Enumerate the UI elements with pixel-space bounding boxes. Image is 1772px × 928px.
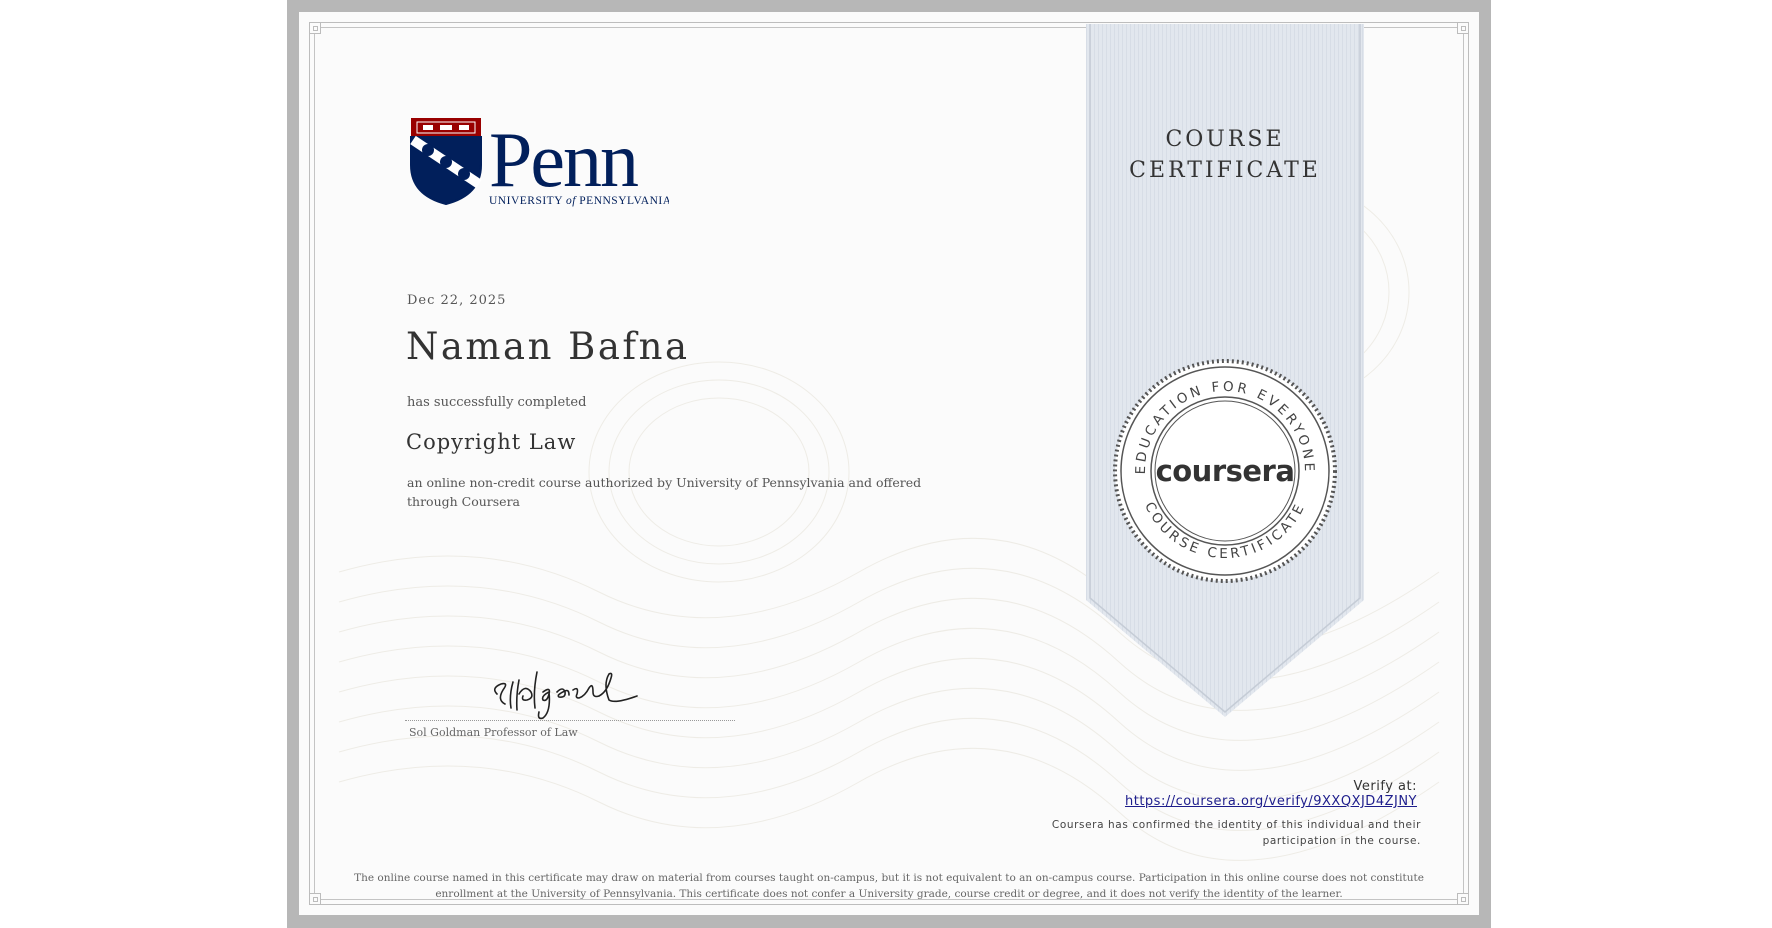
recipient-name: Naman Bafna xyxy=(406,325,690,368)
signature-image xyxy=(493,671,638,720)
identity-confirmation: Coursera has confirmed the identity of t… xyxy=(1051,819,1421,847)
penn-subtitle: University of Pennsylvania xyxy=(489,195,669,207)
certificate: Penn University of Pennsylvania Dec 22, … xyxy=(287,0,1491,928)
course-name: Copyright Law xyxy=(406,430,577,454)
ribbon-title-line1: COURSE xyxy=(1165,127,1285,152)
penn-wordmark: Penn xyxy=(489,118,638,203)
ribbon-title: COURSE CERTIFICATE xyxy=(1086,124,1364,186)
verify-label: Verify at: xyxy=(1353,779,1417,794)
corner-ornament xyxy=(1457,893,1469,905)
corner-ornament xyxy=(309,22,321,34)
corner-ornament xyxy=(1457,22,1469,34)
penn-logo: Penn University of Pennsylvania xyxy=(410,118,669,207)
disclaimer: The online course named in this certific… xyxy=(354,872,1424,900)
issue-date: Dec 22, 2025 xyxy=(407,293,507,308)
coursera-seal: EDUCATION FOR EVERYONE COURSE CERTIFICAT… xyxy=(1113,359,1337,583)
completed-text: has successfully completed xyxy=(407,395,587,410)
certificate-paper: Penn University of Pennsylvania Dec 22, … xyxy=(299,12,1479,915)
signatory-title: Sol Goldman Professor of Law xyxy=(409,726,578,739)
verify-link[interactable]: https://coursera.org/verify/9XXQXJD4ZJNY xyxy=(1125,794,1417,809)
course-description: an online non-credit course authorized b… xyxy=(407,475,922,509)
penn-shield-icon xyxy=(410,118,482,206)
signature-line xyxy=(405,720,735,721)
ribbon-title-line2: CERTIFICATE xyxy=(1129,158,1321,183)
coursera-logo-text: coursera xyxy=(1156,454,1295,488)
corner-ornament xyxy=(309,893,321,905)
